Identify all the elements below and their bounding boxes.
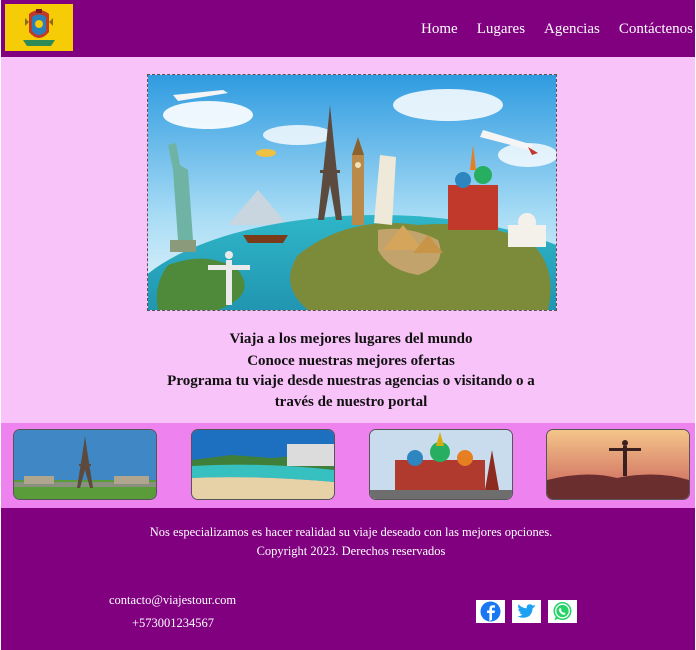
nav-home[interactable]: Home: [421, 20, 458, 38]
logo[interactable]: [5, 4, 73, 51]
intro-line-3: Programa tu viaje desde nuestras agencia…: [167, 373, 535, 410]
coat-of-arms-icon: [5, 4, 73, 51]
footer-text: Nos especializamos es hacer realidad su …: [1, 523, 696, 561]
destinations-gallery: [1, 423, 695, 508]
main-nav: Home Lugares Agencias Contáctenos: [421, 20, 695, 38]
page: Home Lugares Agencias Contáctenos Viaja …: [1, 0, 695, 650]
thumb-rio[interactable]: [546, 429, 690, 500]
footer-tagline: Nos especializamos es hacer realidad su …: [149, 525, 553, 539]
twitter-icon[interactable]: [512, 600, 541, 623]
contact-phone[interactable]: +573001234567: [132, 616, 214, 631]
nav-agencias[interactable]: Agencias: [544, 20, 600, 38]
contact-email[interactable]: contacto@viajestour.com: [109, 593, 236, 608]
intro-line-2: Conoce nuestras mejores ofertas: [247, 352, 455, 369]
nav-contactenos[interactable]: Contáctenos: [619, 20, 693, 38]
thumb-paris[interactable]: [13, 429, 157, 500]
thumb-beach[interactable]: [191, 429, 335, 500]
whatsapp-icon[interactable]: [548, 600, 577, 623]
thumb-moscow[interactable]: [369, 429, 513, 500]
hero-image: [147, 74, 557, 311]
header: Home Lugares Agencias Contáctenos: [1, 0, 695, 57]
intro-text: Viaja a los mejores lugares del mundo Co…: [151, 329, 551, 412]
footer-copyright: Copyright 2023. Derechos reservados: [256, 544, 446, 558]
world-landmarks-illustration: [148, 75, 556, 310]
facebook-icon[interactable]: [476, 600, 505, 623]
footer: Nos especializamos es hacer realidad su …: [1, 508, 695, 650]
nav-lugares[interactable]: Lugares: [477, 20, 525, 38]
intro-line-1: Viaja a los mejores lugares del mundo: [229, 331, 473, 347]
